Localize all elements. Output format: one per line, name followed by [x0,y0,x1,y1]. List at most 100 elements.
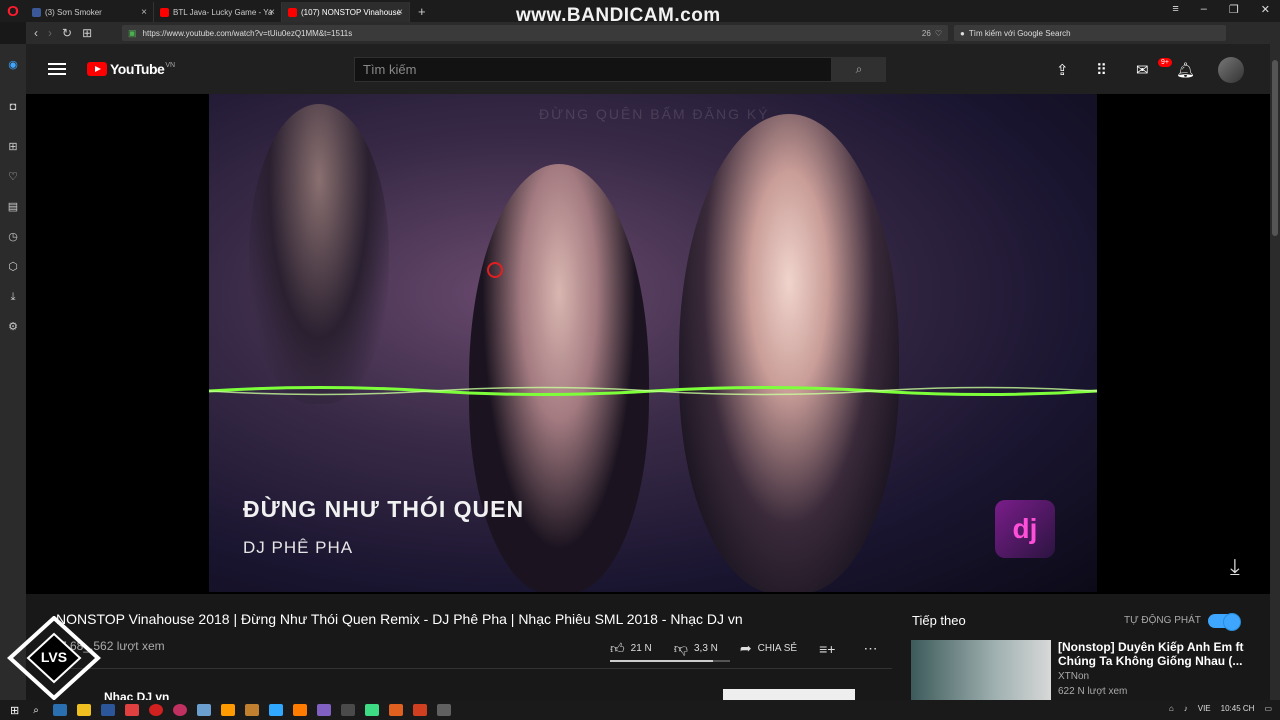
app-icon[interactable] [412,704,427,716]
start-icon[interactable]: ⊞ [10,704,19,717]
hamburger-menu-icon[interactable] [48,63,66,75]
taskview-icon[interactable] [52,704,67,716]
speed-dial-icon[interactable]: ⊞ [82,26,92,40]
video-person-bg [249,104,389,404]
heart-icon[interactable]: ♡ [6,170,20,184]
lvs-watermark-logo: LVS [7,616,101,700]
illustrator-icon[interactable] [220,704,235,716]
channel-logo: dj [995,500,1055,558]
extensions-icon[interactable]: ⬡ [6,260,20,274]
photoshop-icon[interactable] [268,704,283,716]
video-watermark: ĐỪNG QUÊN BẤM ĐĂNG KÝ [539,106,770,122]
android-icon[interactable] [364,704,379,716]
youtube-header: YouTube VN Tìm kiếm ⌕ ⇪ ⠿ ✉ 🔔︎ [26,44,1270,94]
google-search-field[interactable]: ● Tìm kiếm với Google Search [954,25,1226,41]
network-icon[interactable]: ⌂ [1169,704,1174,713]
dislike-count: 3,3 N [693,643,718,654]
heart-icon[interactable]: ♡ [935,29,942,38]
tab-count-badge: 26 [921,28,931,38]
share-button[interactable]: ➦ CHIA SẺ [740,640,797,657]
lock-icon: ▣ [128,27,137,38]
scrollbar-thumb[interactable] [1272,60,1278,236]
menu-icon[interactable]: ≡ [1172,3,1178,16]
video-person-right [679,114,899,592]
back-icon[interactable]: ‹ [34,26,38,40]
opera-icon[interactable] [124,704,139,716]
forward-icon[interactable]: › [48,26,52,40]
save-to-playlist-button[interactable]: ≡+ [819,641,841,657]
clock[interactable]: 10:45 CH [1221,704,1255,713]
download-icon[interactable]: ⤓ [1230,554,1240,580]
history-icon[interactable]: ◷ [6,230,20,244]
app-icon[interactable] [340,704,355,716]
browser-tab-bar: O (3) Sơn Smoker × BTL Java- Lucky Game … [0,0,1280,26]
close-window-icon[interactable]: ✕ [1261,3,1270,16]
download-icon[interactable]: ⤓ [6,290,20,304]
minimize-icon[interactable]: – [1201,3,1207,16]
messages-icon[interactable]: ✉ [1136,61,1149,79]
app-icon[interactable] [244,704,259,716]
youtube-icon [288,7,297,17]
logo-text: YouTube [110,61,165,77]
app-icon[interactable] [436,704,451,716]
up-next-heading: Tiếp theo [912,613,966,628]
search-icon: ⌕ [855,62,863,76]
search-icon[interactable]: ⌕ [33,705,39,716]
apps-icon[interactable]: ⠿ [1096,61,1107,79]
notifications-icon[interactable]: 🔔︎ [1176,61,1195,79]
video-player[interactable]: ĐỪNG QUÊN BẤM ĐĂNG KÝ ĐỪNG NHƯ THÓI QUEN… [26,94,1270,594]
close-tab-icon[interactable]: × [397,7,403,18]
thumbs-down-icon: 👎︎ [673,640,688,656]
youtube-logo[interactable]: YouTube VN [87,61,175,77]
search-input[interactable]: Tìm kiếm [354,57,832,82]
recommended-channel[interactable]: XTNon [1058,671,1089,682]
browser-tab-active[interactable]: (107) NONSTOP Vinahouse × [282,2,410,22]
browser-tab[interactable]: BTL Java- Lucky Game - Ya × [154,2,282,22]
messenger-icon[interactable]: ◉ [6,58,20,72]
volume-icon[interactable]: ♪ [1184,704,1188,713]
close-tab-icon[interactable]: × [269,7,275,18]
tab-label: (107) NONSTOP Vinahouse [301,7,402,17]
media-player-icon[interactable] [172,704,187,716]
recommended-title[interactable]: [Nonstop] Duyên Kiếp Anh Em ft Chúng Ta … [1058,640,1258,668]
nav-buttons: ‹ › ↻ ⊞ [26,26,122,40]
restore-icon[interactable]: ❐ [1229,3,1239,16]
explorer-icon[interactable] [76,704,91,716]
new-tab-button[interactable]: + [418,4,426,19]
like-ratio-fill [610,660,714,662]
app-icon[interactable] [292,704,307,716]
like-ratio-bar [610,660,730,662]
close-tab-icon[interactable]: × [141,7,147,18]
browser-tab[interactable]: (3) Sơn Smoker × [26,2,154,22]
more-actions-button[interactable]: ⋯ [863,640,883,657]
news-icon[interactable]: ▤ [6,200,20,214]
grid-icon[interactable]: ⊞ [6,140,20,154]
reload-icon[interactable]: ↻ [62,26,72,40]
divider [56,668,892,669]
url-field[interactable]: ▣ https://www.youtube.com/watch?v=tUiu0e… [122,25,948,41]
avatar[interactable] [1218,57,1244,83]
upload-icon[interactable]: ⇪ [1056,61,1069,79]
opera-menu-icon[interactable]: O [0,0,26,22]
camera-icon[interactable]: ◘ [6,100,20,114]
windows-taskbar: ⊞ ⌕ ⌂ ♪ VIE 10:45 CH ▭ [0,700,1280,720]
like-button[interactable]: 👍︎ 21 N [610,640,652,657]
search-button[interactable]: ⌕ [832,57,886,82]
video-person-left [469,164,649,592]
video-frame[interactable]: ĐỪNG QUÊN BẤM ĐĂNG KÝ ĐỪNG NHƯ THÓI QUEN… [209,94,1097,592]
recommended-views: 622 N lượt xem [1058,686,1128,697]
app-icon[interactable] [196,704,211,716]
youtube-icon [160,7,169,17]
app-icon[interactable] [316,704,331,716]
notification-center-icon[interactable]: ▭ [1264,704,1272,713]
bandicam-icon[interactable] [148,704,163,716]
audio-waveform [209,386,1097,396]
dislike-button[interactable]: 👎︎ 3,3 N [674,640,718,657]
autoplay-toggle[interactable] [1208,613,1241,631]
autoplay-label: TỰ ĐỘNG PHÁT [1124,615,1201,626]
recommended-thumbnail[interactable] [911,640,1051,700]
settings-icon[interactable]: ⚙ [6,320,20,334]
word-icon[interactable] [100,704,115,716]
language-indicator[interactable]: VIE [1198,704,1211,713]
app-icon[interactable] [388,704,403,716]
